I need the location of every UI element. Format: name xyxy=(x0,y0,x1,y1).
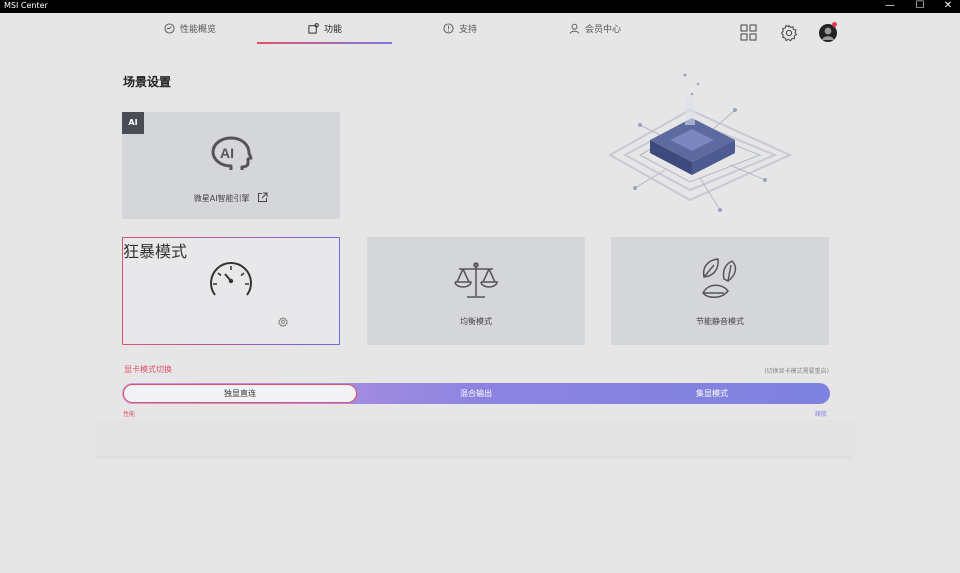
mode-card-balanced[interactable]: 均衡模式 xyxy=(367,237,585,345)
speedometer-icon xyxy=(210,262,252,296)
app-title: MSI Center xyxy=(4,1,48,10)
gpu-option-label: 独显直连 xyxy=(224,389,256,398)
tab-performance[interactable]: 性能概览 xyxy=(140,13,240,43)
top-navigation: 性能概览 功能 支持 会员中心 xyxy=(0,13,960,49)
battery-caption: 续航 xyxy=(815,411,828,418)
gpu-switch-note: (切换显卡模式需要重启) xyxy=(764,368,829,375)
maximize-button[interactable]: ☐ xyxy=(905,0,935,13)
gauge-icon xyxy=(164,22,175,34)
grid-icon[interactable] xyxy=(740,24,757,41)
settings-icon[interactable] xyxy=(780,24,798,42)
close-button[interactable]: ✕ xyxy=(933,0,960,13)
leaf-icon xyxy=(702,258,737,298)
tab-label: 支持 xyxy=(458,24,477,35)
external-link-icon[interactable] xyxy=(257,192,268,203)
ai-card-label: 微星AI智能引擎 xyxy=(193,194,250,203)
gpu-option-discrete[interactable]: 独显直连 xyxy=(123,384,357,403)
page-title: 场景设置 xyxy=(123,75,172,89)
gpu-mode-switch[interactable]: 独显直连 混合输出 集显模式 xyxy=(122,383,830,404)
chip-illustration xyxy=(607,73,793,212)
tab-label: 会员中心 xyxy=(584,24,621,35)
tab-member-center[interactable]: 会员中心 xyxy=(545,13,645,43)
mode-settings-icon[interactable] xyxy=(278,317,288,327)
ai-engine-card[interactable]: AI AI 微星AI智能引擎 xyxy=(122,112,340,219)
gpu-option-hybrid[interactable]: 混合输出 xyxy=(358,383,594,404)
ai-head-icon: AI xyxy=(211,136,253,170)
mode-label: 节能静音模式 xyxy=(696,317,744,326)
tab-label: 功能 xyxy=(323,24,342,35)
mode-card-eco[interactable]: 节能静音模式 xyxy=(611,237,829,345)
tab-label: 性能概览 xyxy=(179,24,216,35)
minimize-button[interactable]: — xyxy=(875,0,905,13)
notification-dot xyxy=(832,22,837,27)
gpu-option-label: 集显模式 xyxy=(696,389,728,398)
title-bar: MSI Center — ☐ ✕ xyxy=(0,0,960,13)
gpu-option-integrated[interactable]: 集显模式 xyxy=(594,383,830,404)
mode-card-extreme[interactable]: 狂暴模式 xyxy=(123,238,339,344)
balance-scale-icon xyxy=(454,262,498,298)
ai-badge: AI xyxy=(122,112,144,134)
ai-card-label-row: 微星AI智能引擎 xyxy=(122,192,340,204)
performance-caption: 性能 xyxy=(123,411,136,418)
tab-features[interactable]: 功能 xyxy=(275,13,375,43)
svg-text:AI: AI xyxy=(220,145,234,161)
bottom-panel xyxy=(97,420,853,456)
support-icon xyxy=(443,22,454,34)
tab-support[interactable]: 支持 xyxy=(410,13,510,43)
user-icon xyxy=(569,23,580,34)
active-tab-indicator xyxy=(257,42,392,44)
gpu-option-label: 混合输出 xyxy=(460,389,492,398)
mode-label: 均衡模式 xyxy=(460,317,492,326)
features-icon xyxy=(308,22,319,34)
gpu-switch-title: 显卡模式切换 xyxy=(124,365,172,374)
